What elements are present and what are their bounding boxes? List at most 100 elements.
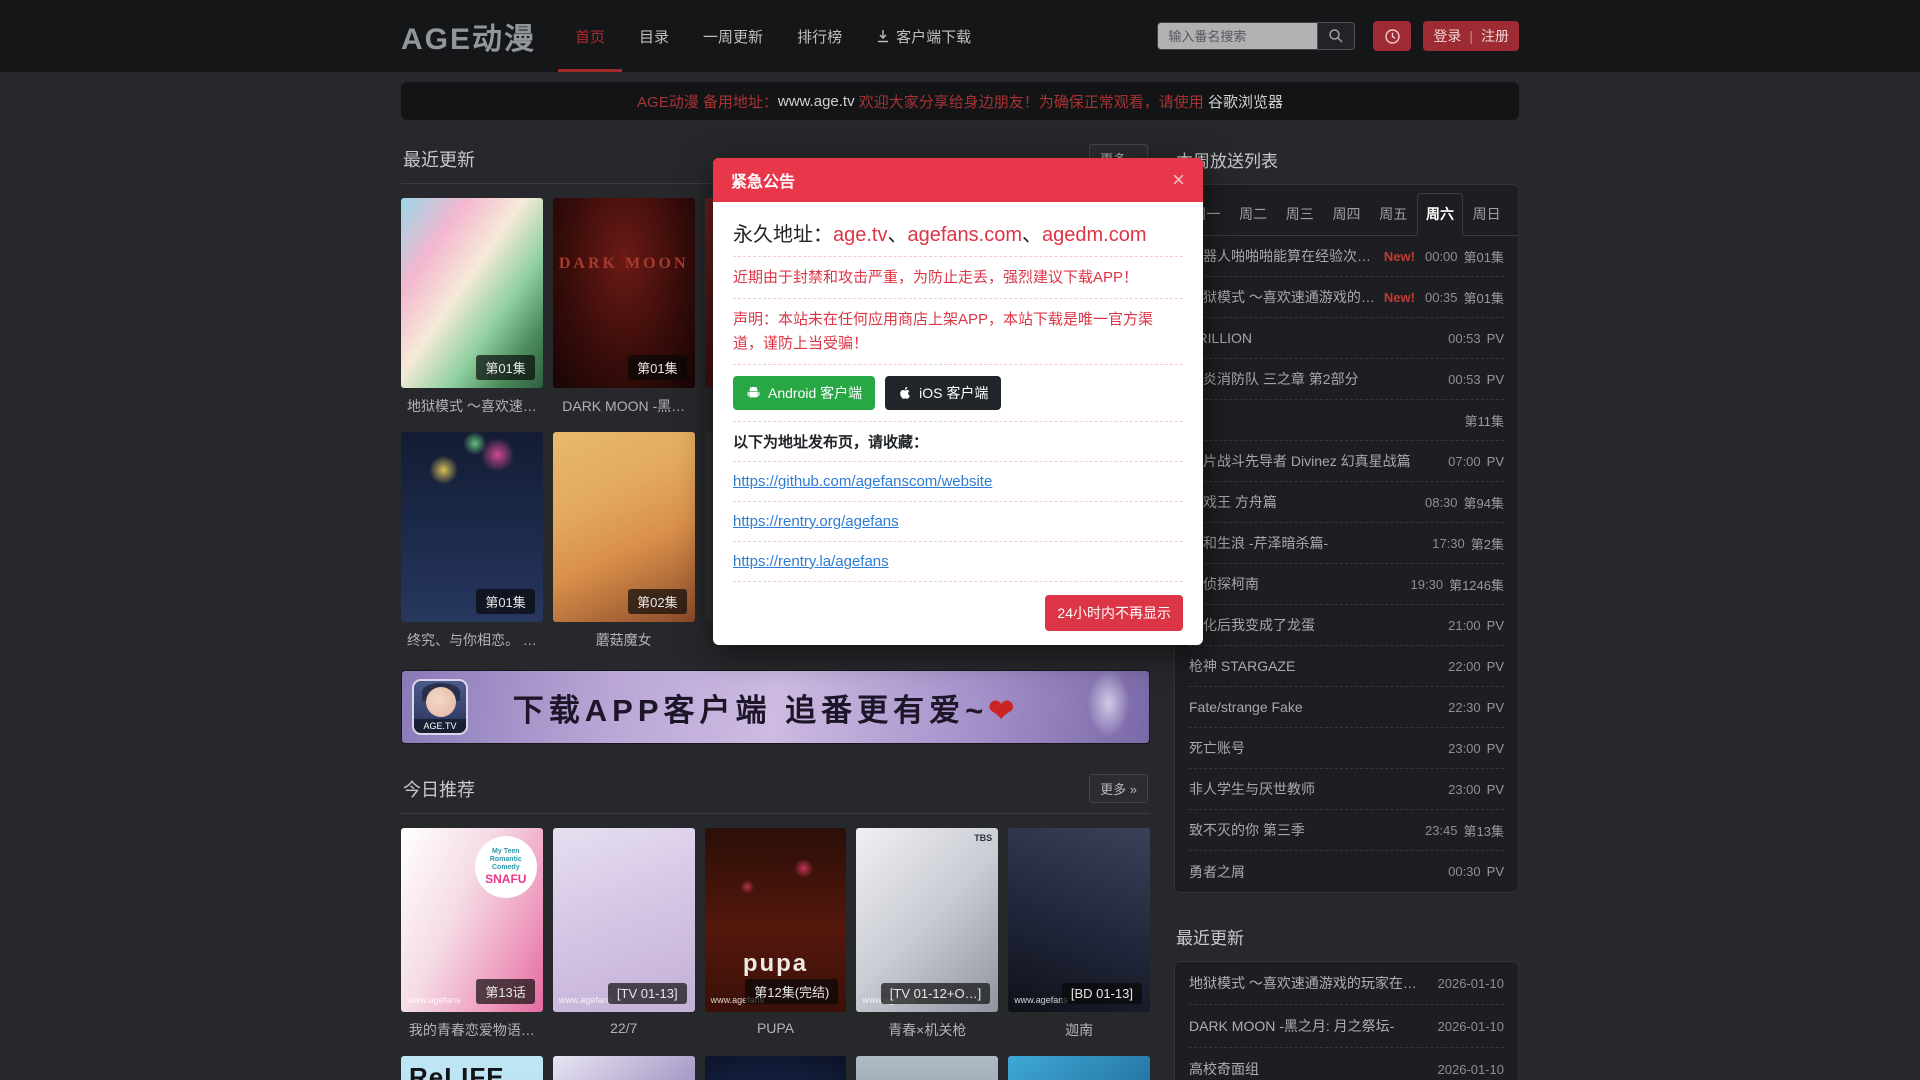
anime-poster: TBS www.agefans [TV 01-12+O…] bbox=[856, 828, 998, 1012]
domain-link[interactable]: agefans.com bbox=[907, 224, 1022, 246]
schedule-item[interactable]: 致不灭的你 第三季23:45第13集 bbox=[1189, 810, 1504, 851]
nav-item-app-download[interactable]: 客户端下载 bbox=[859, 0, 988, 72]
anime-card[interactable]: My Teen Romantic Comedy SNAFU www.agefan… bbox=[401, 828, 543, 1038]
tab-saturday[interactable]: 周六 bbox=[1417, 193, 1464, 236]
weekly-schedule-panel: 周一 周二 周三 周四 周五 周六 周日 机器人啪啪啪能算在经验次数…New!0… bbox=[1174, 184, 1519, 893]
anime-card[interactable]: ReLIFE bbox=[401, 1056, 543, 1080]
schedule-item[interactable]: 炎炎消防队 三之章 第2部分00:53PV bbox=[1189, 359, 1504, 400]
search-button[interactable] bbox=[1317, 22, 1355, 50]
divider bbox=[733, 541, 1183, 542]
nav-item-catalog[interactable]: 目录 bbox=[622, 0, 686, 72]
anime-card[interactable] bbox=[553, 1056, 695, 1080]
schedule-item[interactable]: Fate/strange Fake22:30PV bbox=[1189, 687, 1504, 728]
apple-icon bbox=[898, 386, 912, 400]
divider bbox=[733, 364, 1183, 365]
clock-icon bbox=[1384, 28, 1401, 45]
nav-item-home[interactable]: 首页 bbox=[558, 0, 622, 72]
anime-poster bbox=[856, 1056, 998, 1080]
schedule-item[interactable]: 死亡账号23:00PV bbox=[1189, 728, 1504, 769]
tab-sunday[interactable]: 周日 bbox=[1463, 193, 1510, 236]
episode-badge: 第13话 bbox=[476, 979, 534, 1004]
emergency-notice-modal: 紧急公告 × 永久地址：age.tv、agefans.com、agedm.com… bbox=[713, 158, 1203, 645]
anime-poster: www.agefans [TV 01-13] bbox=[553, 828, 695, 1012]
tab-thursday[interactable]: 周四 bbox=[1323, 193, 1370, 236]
mirror-link-github[interactable]: https://github.com/agefanscom/website bbox=[733, 471, 1183, 492]
modal-title: 紧急公告 bbox=[731, 168, 795, 192]
poster-watermark: www.agefans bbox=[559, 995, 613, 1005]
warning-text-2: 声明：本站未在任何应用商店上架APP，本站下载是唯一官方渠道，谨防上当受骗！ bbox=[733, 308, 1183, 355]
dismiss-24h-button[interactable]: 24小时内不再显示 bbox=[1045, 595, 1183, 631]
schedule-item[interactable]: TRILLION00:53PV bbox=[1189, 318, 1504, 359]
android-icon bbox=[746, 385, 761, 400]
recent-updates-title: 最近更新 bbox=[403, 146, 475, 172]
anime-card[interactable]: 第02集 蘑菇魔女 bbox=[553, 432, 695, 648]
anime-card[interactable] bbox=[856, 1056, 998, 1080]
anime-card[interactable]: 第01集 地狱模式 ～喜欢速… bbox=[401, 198, 543, 414]
anime-poster bbox=[1008, 1056, 1150, 1080]
today-recommend-more-button[interactable]: 更多 » bbox=[1089, 774, 1148, 803]
schedule-item[interactable]: 勇者之屑00:30PV bbox=[1189, 851, 1504, 892]
recent-item[interactable]: 高校奇面组2026-01-10 bbox=[1189, 1048, 1504, 1080]
divider bbox=[733, 461, 1183, 462]
anime-card[interactable]: www.agefans [TV 01-13] 22/7 bbox=[553, 828, 695, 1038]
schedule-item[interactable]: 昭和生浪 -芹泽暗杀篇-17:30第2集 bbox=[1189, 523, 1504, 564]
tab-friday[interactable]: 周五 bbox=[1370, 193, 1417, 236]
anime-card[interactable] bbox=[705, 1056, 847, 1080]
anime-card[interactable]: pupa www.agefans 第12集(完结) PUPA bbox=[705, 828, 847, 1038]
recent-item[interactable]: DARK MOON -黑之月: 月之祭坛-2026-01-10 bbox=[1189, 1005, 1504, 1048]
search-box bbox=[1157, 22, 1355, 50]
login-label[interactable]: 登录 bbox=[1433, 26, 1461, 46]
schedule-item[interactable]: 孵化后我变成了龙蛋21:00PV bbox=[1189, 605, 1504, 646]
recent-item[interactable]: 地狱模式 ～喜欢速通游戏的玩家在废设…2026-01-10 bbox=[1189, 962, 1504, 1005]
anime-card[interactable]: www.agefans [BD 01-13] 迦南 bbox=[1008, 828, 1150, 1038]
site-notice-bar: AGE动漫 备用地址：www.age.tv 欢迎大家分享给身边朋友！为确保正常观… bbox=[401, 82, 1519, 120]
download-icon bbox=[876, 29, 890, 43]
anime-poster bbox=[705, 1056, 847, 1080]
schedule-item[interactable]: 枪神 STARGAZE22:00PV bbox=[1189, 646, 1504, 687]
login-register-button[interactable]: 登录 | 注册 bbox=[1423, 21, 1519, 51]
nav-item-weekly[interactable]: 一周更新 bbox=[686, 0, 780, 72]
search-icon bbox=[1328, 28, 1344, 44]
register-label[interactable]: 注册 bbox=[1481, 26, 1509, 46]
anime-card[interactable]: 第01集 终究、与你相恋。 … bbox=[401, 432, 543, 648]
episode-badge: 第01集 bbox=[476, 589, 534, 614]
tbs-logo: TBS bbox=[974, 833, 992, 843]
bookmark-label: 以下为地址发布页，请收藏： bbox=[733, 431, 1183, 452]
schedule-item[interactable]: 游戏王 方舟篇08:30第94集 bbox=[1189, 482, 1504, 523]
tab-tuesday[interactable]: 周二 bbox=[1230, 193, 1277, 236]
mirror-link-rentry-la[interactable]: https://rentry.la/agefans bbox=[733, 551, 1183, 572]
android-download-button[interactable]: Android 客户端 bbox=[733, 376, 875, 410]
anime-card[interactable]: TBS www.agefans [TV 01-12+O…] 青春×机关枪 bbox=[856, 828, 998, 1038]
episode-badge: 第01集 bbox=[476, 355, 534, 380]
domain-link[interactable]: age.tv bbox=[833, 224, 887, 246]
mirror-link-rentry-org[interactable]: https://rentry.org/agefans bbox=[733, 511, 1183, 532]
poster-watermark: www.agefans bbox=[407, 995, 461, 1005]
anime-poster: www.agefans [BD 01-13] bbox=[1008, 828, 1150, 1012]
schedule-item[interactable]: 地狱模式 ～喜欢速通游戏的玩…New!00:35第01集 bbox=[1189, 277, 1504, 318]
anime-card[interactable]: DARK MOON 第01集 DARK MOON -黑… bbox=[553, 198, 695, 414]
top-navbar: AGE动漫 首页 目录 一周更新 排行榜 客户端下载 bbox=[0, 0, 1920, 72]
tab-wednesday[interactable]: 周三 bbox=[1276, 193, 1323, 236]
search-input[interactable] bbox=[1157, 22, 1317, 50]
ios-download-button[interactable]: iOS 客户端 bbox=[885, 376, 1001, 410]
anime-card[interactable] bbox=[1008, 1056, 1150, 1080]
side-recent-list: 地狱模式 ～喜欢速通游戏的玩家在废设…2026-01-10 DARK MOON … bbox=[1175, 962, 1518, 1080]
app-download-banner[interactable]: AGE.TV 下载APP客户端 追番更有爱~❤ bbox=[401, 670, 1150, 744]
weekday-tabs: 周一 周二 周三 周四 周五 周六 周日 bbox=[1175, 185, 1518, 236]
schedule-item[interactable]: 机器人啪啪啪能算在经验次数…New!00:00第01集 bbox=[1189, 236, 1504, 277]
domain-link[interactable]: agedm.com bbox=[1042, 224, 1147, 246]
side-recent-panel: 地狱模式 ～喜欢速通游戏的玩家在废设…2026-01-10 DARK MOON … bbox=[1174, 961, 1519, 1080]
divider bbox=[733, 256, 1183, 257]
site-logo[interactable]: AGE动漫 bbox=[401, 14, 536, 58]
nav-item-rank[interactable]: 排行榜 bbox=[780, 0, 859, 72]
close-icon[interactable]: × bbox=[1172, 169, 1185, 191]
schedule-item[interactable]: 名侦探柯南19:30第1246集 bbox=[1189, 564, 1504, 605]
login-divider: | bbox=[1469, 28, 1473, 44]
history-button[interactable] bbox=[1373, 21, 1411, 51]
divider bbox=[733, 298, 1183, 299]
anime-poster: 第01集 bbox=[401, 198, 543, 388]
schedule-item[interactable]: 非人学生与厌世教师23:00PV bbox=[1189, 769, 1504, 810]
schedule-item[interactable]: 卡片战斗先导者 Divinez 幻真星战篇07:00PV bbox=[1189, 441, 1504, 482]
schedule-item[interactable]: 第11集 bbox=[1189, 400, 1504, 441]
warning-text-1: 近期由于封禁和攻击严重，为防止走丢，强烈建议下载APP！ bbox=[733, 266, 1183, 289]
